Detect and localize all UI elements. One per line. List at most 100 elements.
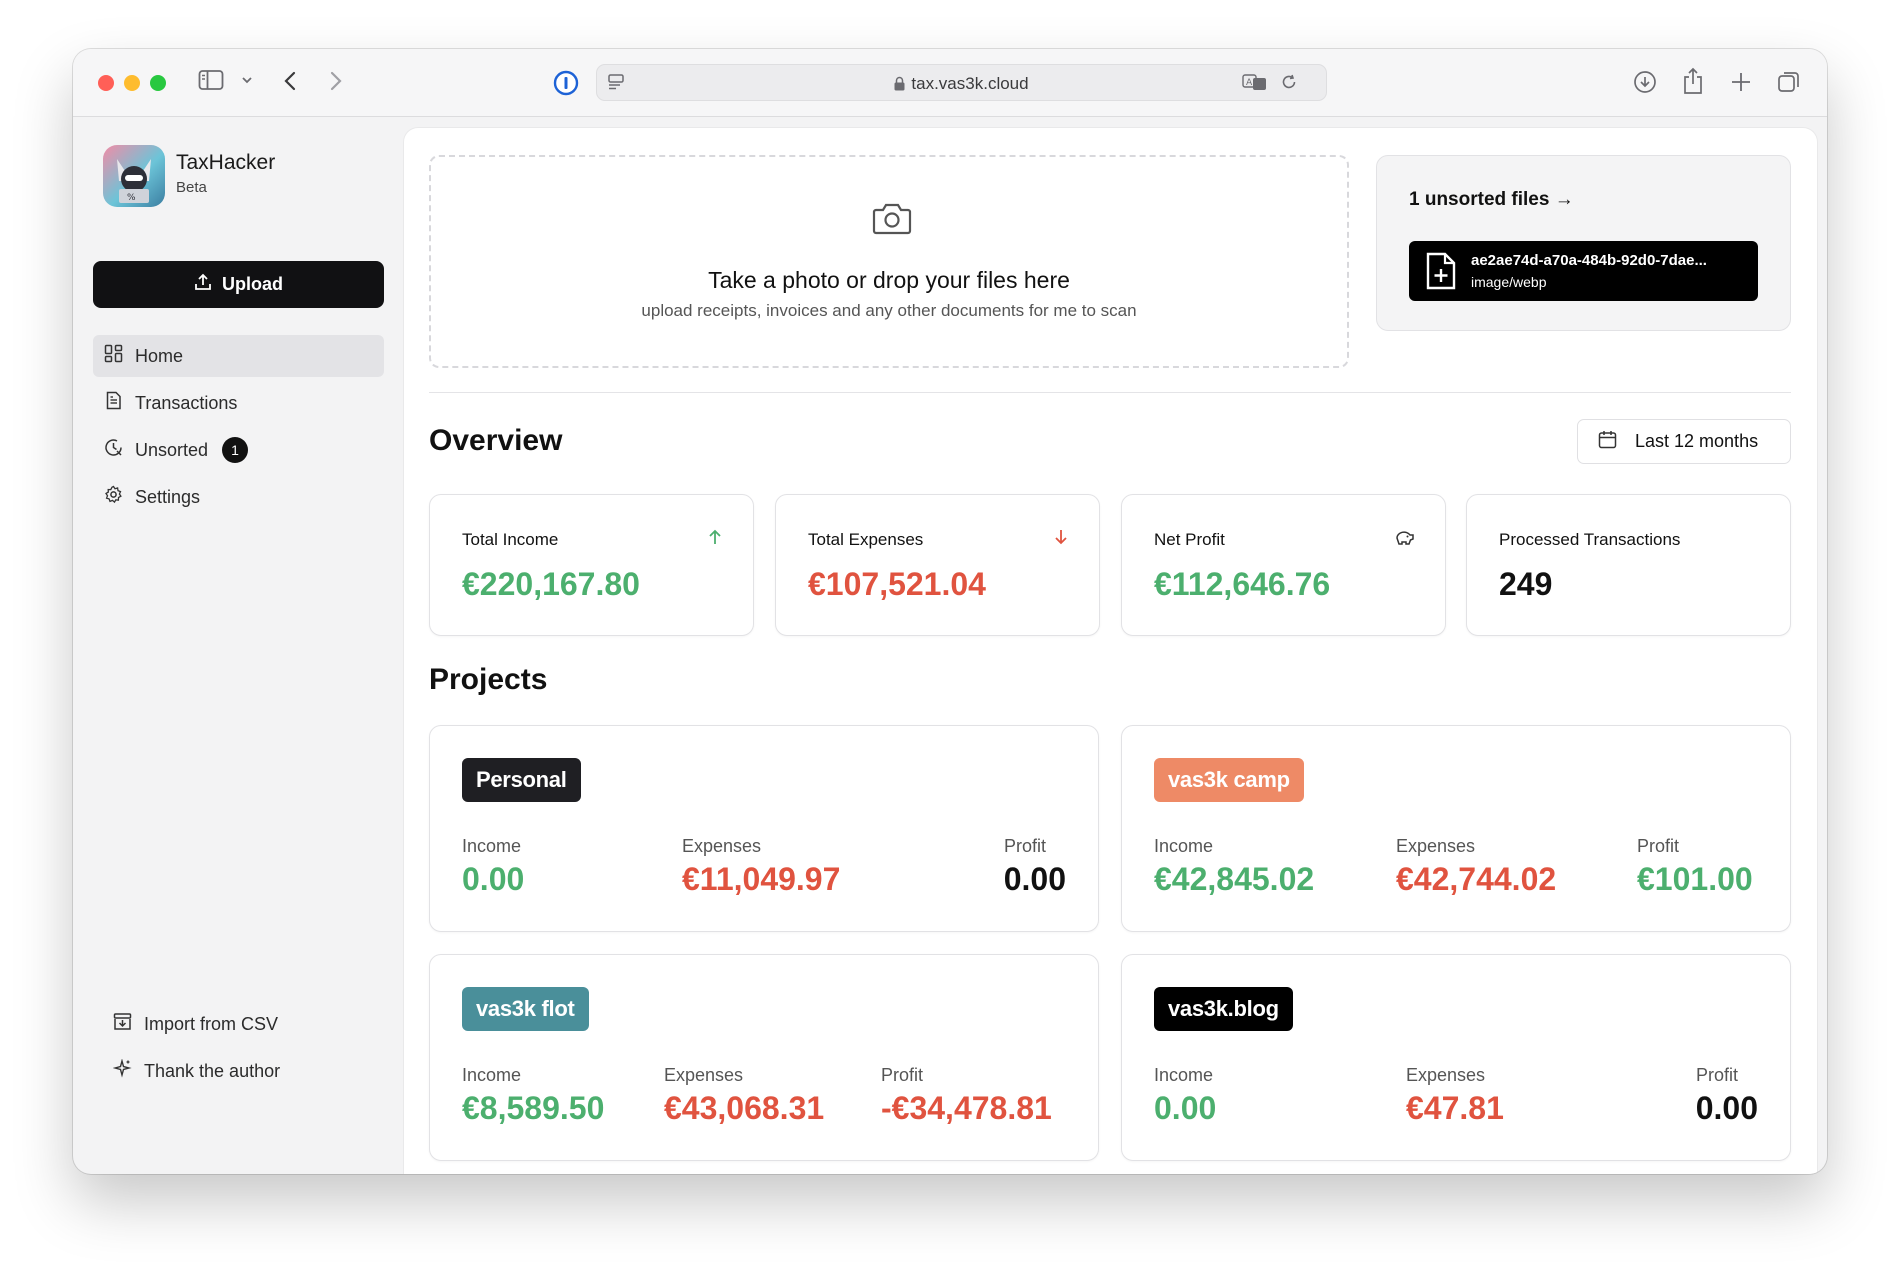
profit-value: €101.00	[1637, 861, 1753, 897]
profit-label: Profit	[881, 1065, 924, 1085]
back-icon[interactable]	[283, 70, 297, 92]
stat-card-total-income: Total Income €220,167.80	[429, 494, 754, 636]
unsorted-count-badge: 1	[222, 437, 249, 463]
income-value: €42,845.02	[1154, 861, 1315, 897]
sidebar-item-unsorted[interactable]: Unsorted 1	[93, 429, 384, 471]
arrow-up-icon	[707, 528, 723, 551]
new-tab-icon[interactable]	[1730, 71, 1752, 93]
thank-author-label: Thank the author	[144, 1060, 281, 1081]
sidebar-item-home[interactable]: Home	[93, 335, 384, 377]
sidebar-item-transactions[interactable]: Transactions	[93, 382, 384, 424]
expenses-label: Expenses	[1406, 1065, 1486, 1085]
project-card-vas3k-flot[interactable]: vas3k flot Income €8,589.50 Expenses €43…	[429, 954, 1099, 1161]
expenses-label: Expenses	[1396, 836, 1476, 856]
overview-title: Overview	[429, 424, 563, 457]
stat-label: Net Profit	[1154, 530, 1225, 549]
sidebar-item-label: Settings	[135, 486, 201, 507]
upload-icon	[194, 273, 212, 296]
zoom-window-button[interactable]	[150, 75, 166, 91]
income-label: Income	[462, 836, 522, 856]
project-tag[interactable]: vas3k flot	[462, 987, 589, 1031]
translate-icon[interactable]: A	[1242, 73, 1268, 91]
close-window-button[interactable]	[98, 75, 114, 91]
unsorted-file-name: ae2ae74d-a70a-484b-92d0-7dae...	[1471, 252, 1707, 269]
project-card-personal[interactable]: Personal Income 0.00 Expenses €11,049.97…	[429, 725, 1099, 932]
file-dropzone[interactable]: Take a photo or drop your files here upl…	[429, 155, 1349, 368]
import-csv-link[interactable]: Import from CSV	[113, 1007, 278, 1041]
project-card-vas3k-camp[interactable]: vas3k camp Income €42,845.02 Expenses €4…	[1121, 725, 1791, 932]
expenses-label: Expenses	[664, 1065, 744, 1085]
stat-value: €220,167.80	[462, 566, 640, 602]
profit-value: 0.00	[1003, 861, 1066, 897]
piggy-bank-icon	[1393, 528, 1415, 553]
profit-label: Profit	[1695, 1065, 1738, 1085]
expenses-value: €11,049.97	[682, 861, 841, 897]
income-value: 0.00	[1154, 1090, 1217, 1126]
tab-overview-icon[interactable]	[1777, 70, 1801, 94]
clock-icon	[104, 438, 123, 462]
dropzone-subtitle: upload receipts, invoices and any other …	[641, 301, 1137, 320]
stat-value: €112,646.76	[1154, 566, 1331, 602]
address-bar[interactable]: tax.vas3k.cloud A	[596, 64, 1327, 101]
thank-author-link[interactable]: Thank the author	[112, 1054, 281, 1088]
project-tag[interactable]: vas3k.blog	[1154, 987, 1293, 1031]
chevron-down-icon[interactable]	[241, 75, 253, 85]
expenses-value: €47.81	[1406, 1090, 1504, 1126]
grid-icon	[104, 344, 123, 368]
stat-label: Total Income	[462, 530, 559, 549]
app-subtitle: Beta	[176, 179, 207, 196]
projects-title: Projects	[429, 663, 548, 696]
svg-text:%: %	[127, 193, 136, 203]
import-icon	[113, 1012, 132, 1036]
income-value: 0.00	[462, 861, 525, 897]
stat-label: Processed Transactions	[1499, 530, 1681, 549]
app-name: TaxHacker	[176, 151, 276, 174]
sidebar-item-settings[interactable]: Settings	[93, 476, 384, 518]
stat-value: 249	[1499, 566, 1553, 602]
unsorted-files-link[interactable]: 1 unsorted files →	[1409, 189, 1574, 211]
date-range-label: Last 12 months	[1635, 431, 1759, 451]
downloads-icon[interactable]	[1633, 70, 1657, 94]
stat-card-total-expenses: Total Expenses €107,521.04	[775, 494, 1100, 636]
income-label: Income	[1154, 836, 1214, 856]
project-tag[interactable]: Personal	[462, 758, 581, 802]
password-manager-icon[interactable]	[553, 70, 579, 96]
sidebar-item-label: Transactions	[135, 392, 238, 413]
upload-button[interactable]: Upload	[93, 261, 384, 308]
sparkle-icon	[112, 1058, 132, 1083]
main-content: Take a photo or drop your files here upl…	[404, 128, 1817, 1174]
expenses-value: €42,744.02	[1396, 861, 1557, 897]
expenses-value: €43,068.31	[664, 1090, 825, 1126]
project-tag[interactable]: vas3k camp	[1154, 758, 1304, 802]
stat-value: €107,521.04	[808, 566, 986, 602]
project-card-vas3k-blog[interactable]: vas3k.blog Income 0.00 Expenses €47.81 P…	[1121, 954, 1791, 1161]
unsorted-file-item[interactable]: ae2ae74d-a70a-484b-92d0-7dae... image/we…	[1409, 241, 1758, 301]
app-logo[interactable]: %	[103, 145, 165, 207]
sidebar-item-label: Home	[135, 345, 184, 366]
minimize-window-button[interactable]	[124, 75, 140, 91]
arrow-down-icon	[1053, 528, 1069, 551]
stat-card-processed-transactions: Processed Transactions 249	[1466, 494, 1791, 636]
profit-label: Profit	[1637, 836, 1680, 856]
url-text: tax.vas3k.cloud	[597, 74, 1326, 96]
reload-icon[interactable]	[1280, 73, 1298, 91]
upload-label: Upload	[222, 274, 283, 294]
share-icon[interactable]	[1682, 67, 1704, 95]
income-label: Income	[1154, 1065, 1214, 1085]
expenses-label: Expenses	[682, 836, 762, 856]
stat-label: Total Expenses	[808, 530, 924, 549]
import-csv-label: Import from CSV	[144, 1013, 279, 1034]
profit-value: 0.00	[1695, 1090, 1758, 1126]
income-label: Income	[462, 1065, 522, 1085]
gear-icon	[104, 485, 123, 509]
unsorted-files-card: 1 unsorted files → ae2ae74d-a70a-484b-92…	[1376, 155, 1791, 331]
lock-icon	[894, 76, 905, 96]
profit-label: Profit	[1003, 836, 1046, 856]
sidebar: % TaxHacker Beta Upload Home Transaction…	[73, 118, 404, 1174]
date-range-button[interactable]: Last 12 months	[1577, 419, 1791, 464]
section-divider	[429, 392, 1791, 393]
forward-icon[interactable]	[329, 70, 343, 92]
sidebar-toggle-icon[interactable]	[198, 69, 224, 91]
camera-icon	[872, 201, 912, 240]
document-icon	[104, 391, 123, 415]
